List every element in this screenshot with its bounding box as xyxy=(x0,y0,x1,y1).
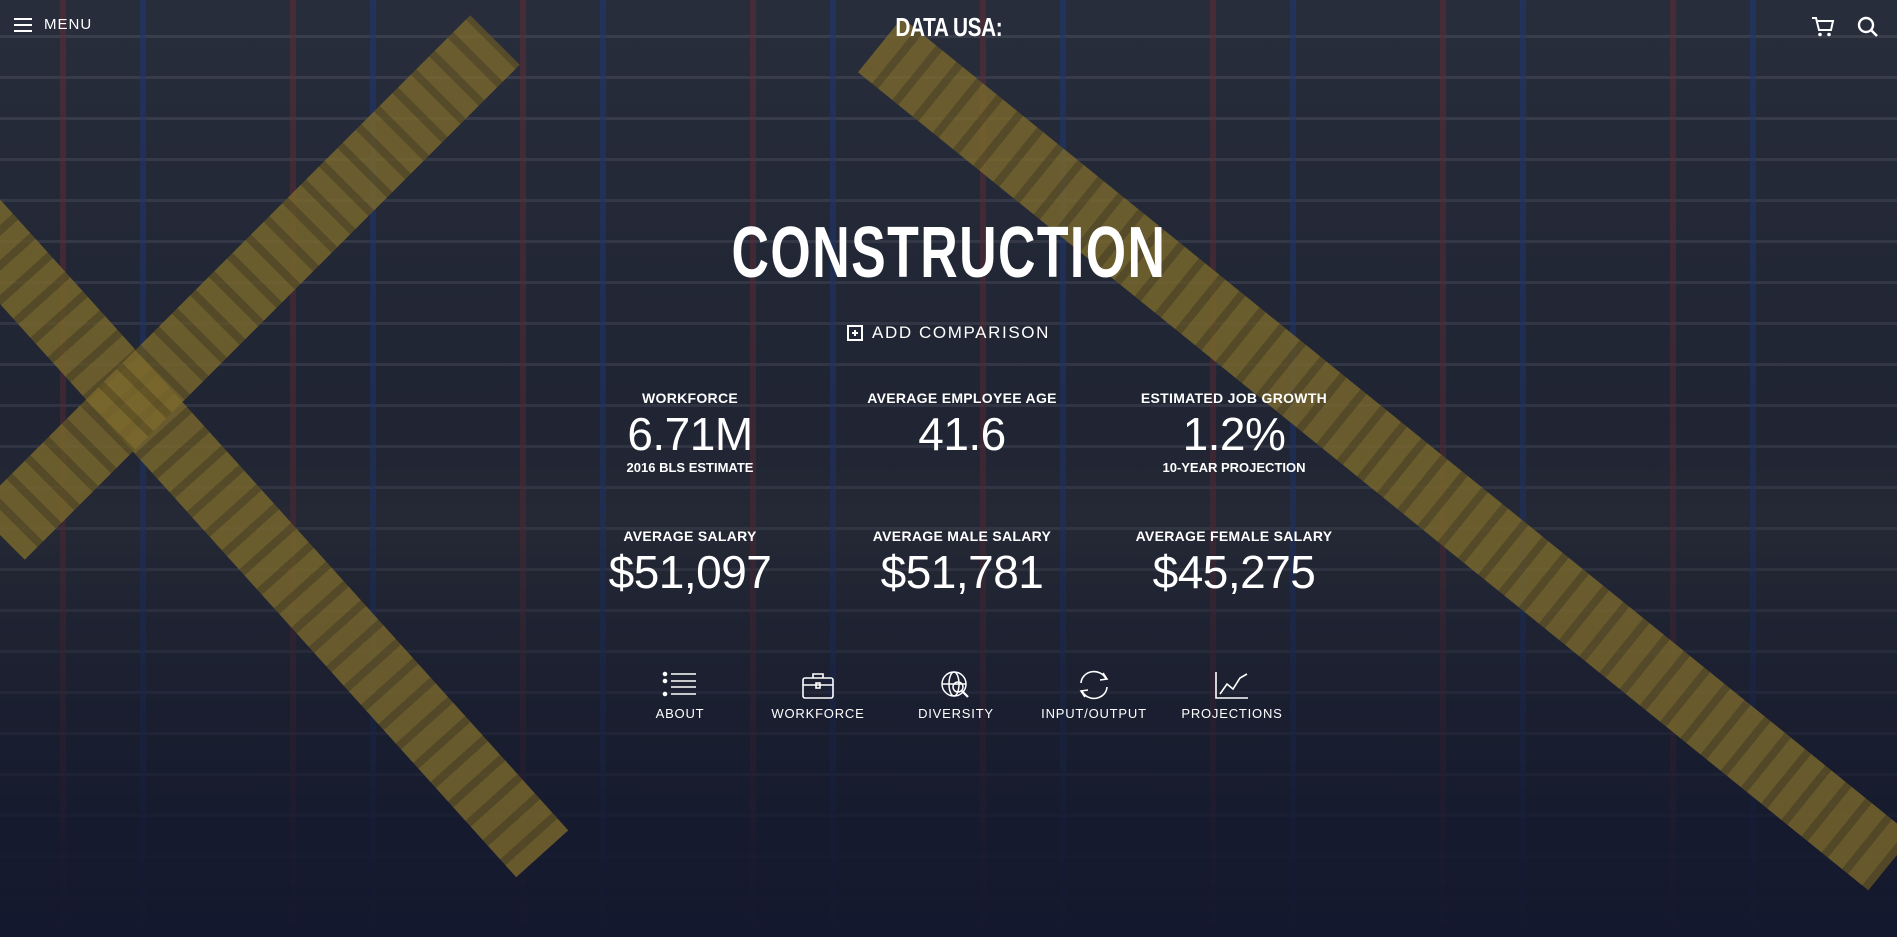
stat-value: $45,275 xyxy=(1152,546,1316,598)
site-logo[interactable]: DATA USA: xyxy=(895,12,1002,43)
section-label: ABOUT xyxy=(655,706,705,721)
section-navigation: ABOUT WORKFORCE DIVERSITY INPUT/OUTPUT P… xyxy=(611,670,1301,721)
site-logo-wrapper: DATA USA: xyxy=(0,12,1897,43)
cart-icon[interactable] xyxy=(1811,16,1835,38)
add-comparison-label: ADD COMPARISON xyxy=(872,323,1050,342)
add-comparison-button[interactable]: ADD COMPARISON xyxy=(847,323,1050,343)
line-chart-icon xyxy=(1215,672,1248,699)
section-link-diversity[interactable]: DIVERSITY xyxy=(887,670,1025,721)
stat-value: 1.2% xyxy=(1182,408,1286,460)
stat-value: 41.6 xyxy=(918,408,1006,460)
stat-value: $51,781 xyxy=(880,546,1044,598)
stat-label: ESTIMATED JOB GROWTH xyxy=(1140,390,1328,406)
cycle-arrows-icon xyxy=(1079,670,1109,700)
section-link-projections[interactable]: PROJECTIONS xyxy=(1163,670,1301,721)
add-box-icon xyxy=(847,325,864,341)
stat-average-female-salary: AVERAGE FEMALE SALARY $45,275 xyxy=(1098,528,1370,648)
stat-average-male-salary: AVERAGE MALE SALARY $51,781 xyxy=(826,528,1098,648)
stat-value: 6.71M xyxy=(627,408,753,460)
section-label: WORKFORCE xyxy=(771,706,865,721)
search-icon[interactable] xyxy=(1857,16,1879,38)
globe-search-icon xyxy=(941,671,969,698)
stat-subtitle: 10-YEAR PROJECTION xyxy=(1162,460,1306,475)
stat-workforce: WORKFORCE 6.71M 2016 BLS ESTIMATE xyxy=(554,390,826,510)
stat-label: WORKFORCE xyxy=(641,390,739,406)
add-comparison-wrapper: ADD COMPARISON xyxy=(0,323,1897,346)
stat-subtitle: 2016 BLS ESTIMATE xyxy=(626,460,754,475)
section-link-input-output[interactable]: INPUT/OUTPUT xyxy=(1025,670,1163,721)
section-label: PROJECTIONS xyxy=(1181,706,1283,721)
stat-average-employee-age: AVERAGE EMPLOYEE AGE 41.6 xyxy=(826,390,1098,510)
stat-estimated-job-growth: ESTIMATED JOB GROWTH 1.2% 10-YEAR PROJEC… xyxy=(1098,390,1370,510)
page-title: CONSTRUCTION xyxy=(731,213,1166,293)
section-link-workforce[interactable]: WORKFORCE xyxy=(749,670,887,721)
top-navigation-bar: MENU DATA USA: xyxy=(0,0,1897,52)
stat-label: AVERAGE FEMALE SALARY xyxy=(1135,528,1333,544)
section-label: DIVERSITY xyxy=(918,706,994,721)
stat-label: AVERAGE SALARY xyxy=(623,528,757,544)
list-icon xyxy=(662,671,696,697)
header-actions xyxy=(1811,16,1879,38)
stat-average-salary: AVERAGE SALARY $51,097 xyxy=(554,528,826,648)
stats-grid: WORKFORCE 6.71M 2016 BLS ESTIMATE AVERAG… xyxy=(554,390,1370,648)
stat-label: AVERAGE MALE SALARY xyxy=(872,528,1052,544)
section-link-about[interactable]: ABOUT xyxy=(611,670,749,721)
stat-label: AVERAGE EMPLOYEE AGE xyxy=(867,390,1057,406)
briefcase-icon xyxy=(802,673,834,699)
section-label: INPUT/OUTPUT xyxy=(1041,706,1147,721)
stat-value: $51,097 xyxy=(608,546,772,598)
